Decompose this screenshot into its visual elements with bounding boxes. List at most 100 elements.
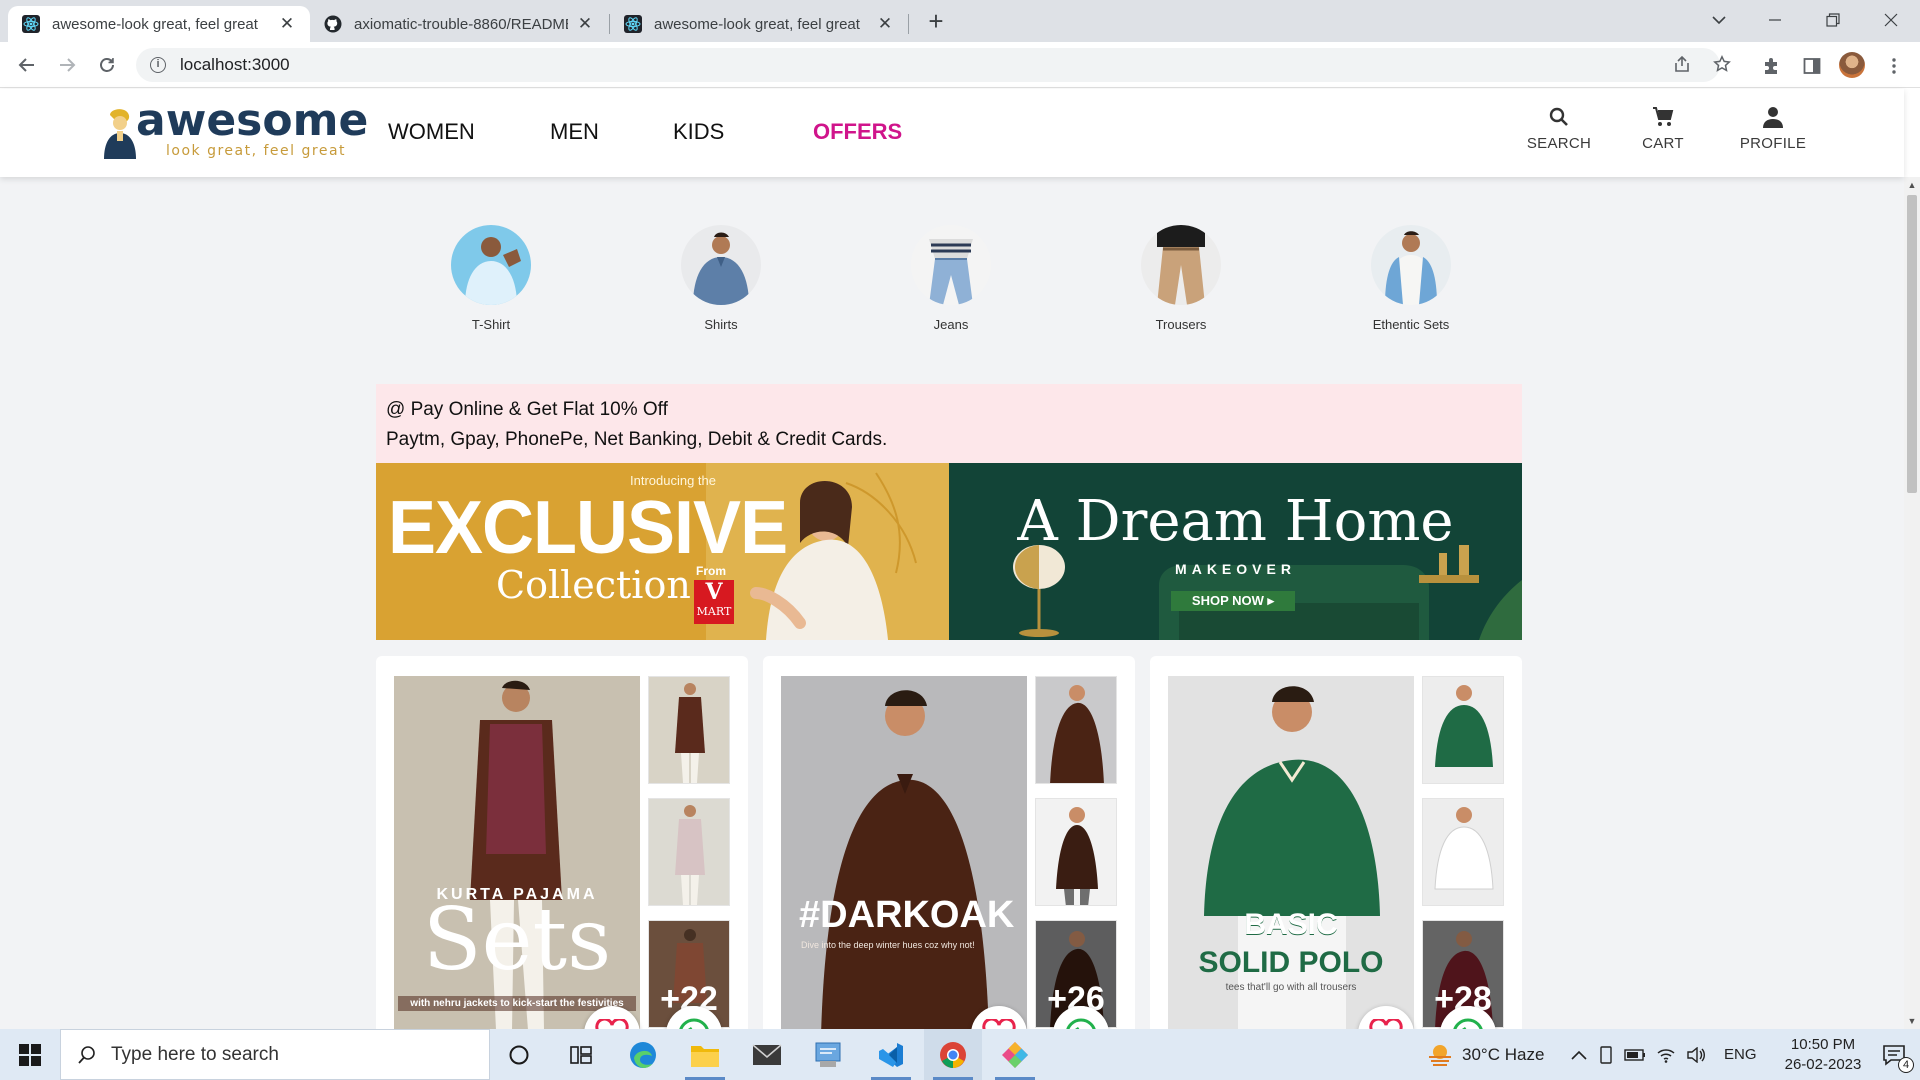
vmart-logo-v: V	[705, 579, 723, 605]
shop-now-button[interactable]: SHOP NOW ▸	[1171, 591, 1295, 611]
reload-button[interactable]	[93, 51, 121, 79]
mail-icon	[752, 1043, 782, 1065]
taskbar-app-edge[interactable]	[614, 1029, 672, 1080]
heart-icon	[595, 1019, 629, 1029]
category-ethnic-sets[interactable]: Ethentic Sets	[1336, 225, 1486, 332]
category-label: Trousers	[1155, 317, 1207, 332]
site-logo[interactable]: awesome look great, feel great	[100, 95, 368, 163]
start-button[interactable]	[0, 1029, 60, 1080]
product-thumbnail[interactable]	[648, 798, 730, 906]
new-tab-button[interactable]: +	[922, 8, 950, 36]
edge-icon	[630, 1041, 656, 1068]
scroll-up-icon[interactable]: ▲	[1904, 177, 1920, 193]
react-icon	[624, 15, 642, 33]
product-thumbnail[interactable]	[1422, 798, 1504, 906]
category-jeans[interactable]: Jeans	[876, 225, 1026, 332]
nav-kids[interactable]: KIDS	[673, 119, 724, 145]
chevron-down-icon	[1712, 16, 1726, 25]
category-shirts[interactable]: Shirts	[646, 225, 796, 332]
product-main-image[interactable]: KURTA PAJAMA Sets with nehru jackets to …	[394, 676, 640, 1029]
more-vertical-icon	[1892, 58, 1896, 74]
banner-subhead: Collection	[496, 563, 691, 607]
browser-tab-2[interactable]: axiomatic-trouble-8860/README ✕	[310, 6, 608, 42]
system-tray-icons[interactable]	[1570, 1029, 1706, 1080]
search-button[interactable]: SEARCH	[1522, 105, 1596, 161]
weather-widget[interactable]: 30°C Haze	[1426, 1029, 1544, 1080]
banner-subhead: MAKEOVER	[1175, 561, 1296, 577]
task-view-icon	[570, 1045, 592, 1064]
vscode-icon	[879, 1042, 903, 1067]
product-thumbnail[interactable]	[648, 676, 730, 784]
profile-avatar[interactable]	[1839, 52, 1865, 78]
notification-center-button[interactable]: 4	[1874, 1029, 1914, 1080]
back-button[interactable]	[13, 51, 41, 79]
nav-offers[interactable]: OFFERS	[813, 119, 902, 145]
category-trousers[interactable]: Trousers	[1106, 225, 1256, 332]
restore-icon	[1826, 13, 1840, 27]
promo-banner-exclusive[interactable]: Introducing the EXCLUSIVE Collection Fro…	[376, 463, 949, 640]
logo-tagline: look great, feel great	[166, 143, 347, 159]
task-view-button[interactable]	[552, 1029, 610, 1080]
whatsapp-icon	[679, 1018, 709, 1029]
taskbar-app-file-explorer[interactable]	[676, 1029, 734, 1080]
restore-button[interactable]	[1808, 4, 1858, 36]
browser-tab-3[interactable]: awesome-look great, feel great ✕	[610, 6, 908, 42]
input-language[interactable]: ENG	[1724, 1029, 1757, 1080]
product-overlay-title: Sets	[422, 890, 612, 990]
page-scrollbar[interactable]: ▲ ▼	[1904, 177, 1920, 1029]
side-panel-button[interactable]	[1800, 54, 1824, 78]
info-icon[interactable]: i	[150, 57, 166, 73]
product-thumbnail[interactable]	[1035, 676, 1117, 784]
puzzle-icon	[1765, 58, 1777, 74]
taskbar-app-vscode[interactable]	[862, 1029, 920, 1080]
chevron-up-icon	[1571, 1050, 1587, 1060]
taskbar-search-box[interactable]: Type here to search	[60, 1029, 490, 1080]
tab-search-button[interactable]	[1694, 4, 1744, 36]
user-icon	[1763, 107, 1783, 128]
side-panel-icon	[1803, 58, 1821, 74]
taskbar-app-chrome[interactable]	[924, 1029, 982, 1080]
product-card[interactable]: #DARKOAK Dive into the deep winter hues …	[763, 656, 1135, 1029]
product-thumbnail[interactable]	[1422, 676, 1504, 784]
control-panel-icon	[815, 1042, 841, 1067]
forward-button[interactable]	[53, 51, 81, 79]
heart-icon	[982, 1019, 1016, 1029]
product-thumbnail[interactable]	[1035, 798, 1117, 906]
taskbar-app-control-panel[interactable]	[800, 1029, 858, 1080]
close-window-button[interactable]	[1866, 4, 1916, 36]
chrome-menu-button[interactable]	[1882, 54, 1906, 78]
clock[interactable]: 10:50 PM 26-02-2023	[1768, 1029, 1878, 1080]
category-tshirt[interactable]: T-Shirt	[416, 225, 566, 332]
taskbar-app-paint[interactable]	[986, 1029, 1044, 1080]
weather-text: 30°C Haze	[1462, 1044, 1545, 1064]
close-icon[interactable]: ✕	[876, 14, 894, 34]
cortana-icon	[509, 1045, 529, 1064]
product-card[interactable]: KURTA PAJAMA Sets with nehru jackets to …	[376, 656, 748, 1029]
product-main-image[interactable]: #DARKOAK Dive into the deep winter hues …	[781, 676, 1027, 1029]
clock-date: 26-02-2023	[1784, 1056, 1862, 1073]
profile-button[interactable]: PROFILE	[1733, 105, 1813, 161]
product-main-image[interactable]: BASIC SOLID POLO tees that'll go with al…	[1168, 676, 1414, 1029]
banner-headline: EXCLUSIVE	[388, 486, 788, 570]
nav-men[interactable]: MEN	[550, 119, 599, 145]
minimize-button[interactable]	[1750, 4, 1800, 36]
category-image	[681, 225, 761, 305]
scroll-down-icon[interactable]: ▼	[1904, 1013, 1920, 1029]
bookmark-button[interactable]	[1708, 50, 1736, 78]
close-icon[interactable]: ✕	[576, 14, 594, 34]
search-icon	[1549, 107, 1568, 126]
product-card[interactable]: BASIC SOLID POLO tees that'll go with al…	[1150, 656, 1522, 1029]
whatsapp-icon	[1066, 1018, 1096, 1029]
cortana-button[interactable]	[490, 1029, 548, 1080]
taskbar-app-mail[interactable]	[738, 1029, 796, 1080]
share-button[interactable]	[1668, 50, 1696, 78]
address-bar[interactable]: i localhost:3000	[136, 48, 1720, 82]
nav-women[interactable]: WOMEN	[388, 119, 475, 145]
cart-button[interactable]: CART	[1630, 105, 1696, 161]
extensions-button[interactable]	[1760, 54, 1784, 78]
close-icon[interactable]: ✕	[278, 14, 296, 34]
scroll-thumb[interactable]	[1907, 195, 1917, 493]
browser-tab-1[interactable]: awesome-look great, feel great ✕	[8, 6, 310, 42]
folder-icon	[691, 1045, 719, 1067]
promo-banner-dream-home[interactable]: A Dream Home MAKEOVER SHOP NOW ▸	[949, 463, 1522, 640]
